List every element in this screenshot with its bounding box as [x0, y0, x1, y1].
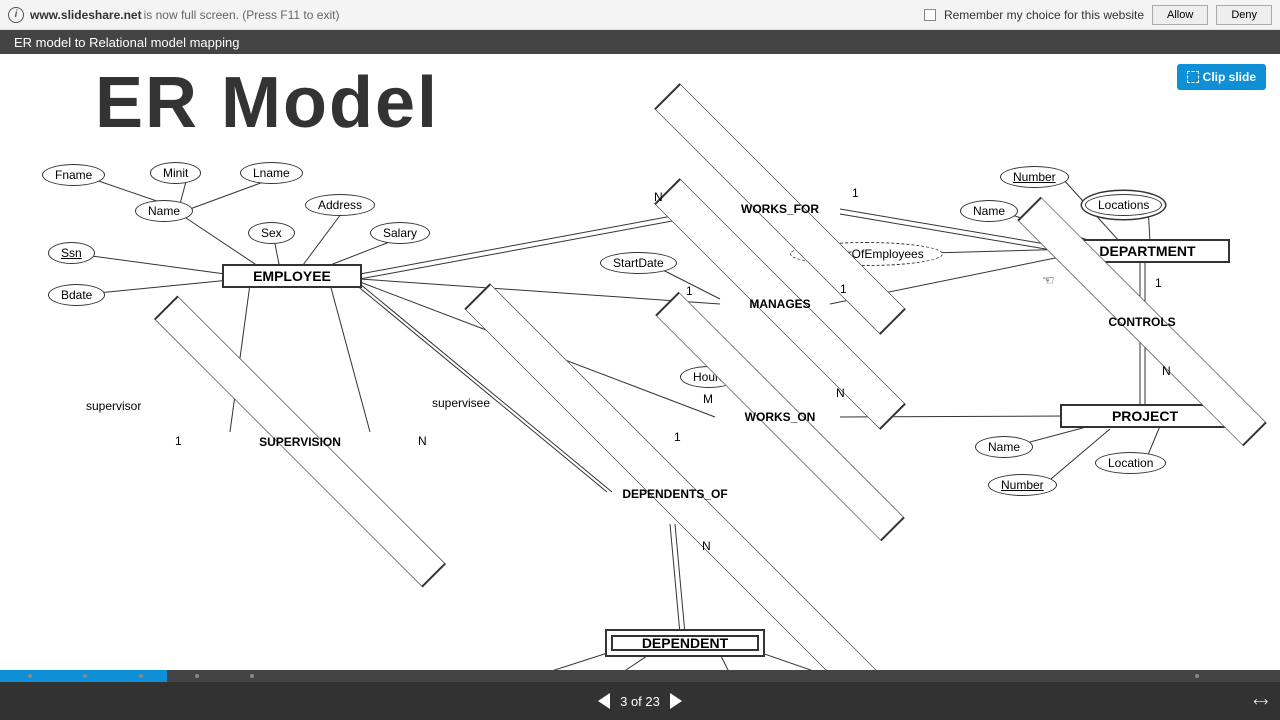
card-n: N: [418, 434, 427, 448]
fullscreen-notice-bar: i www.slideshare.net is now full screen.…: [0, 0, 1280, 30]
attr-fname: Fname: [42, 164, 105, 186]
thumb-dot[interactable]: [139, 674, 143, 678]
next-slide-button[interactable]: [670, 693, 682, 709]
attr-minit: Minit: [150, 162, 201, 184]
er-diagram: EMPLOYEE DEPARTMENT PROJECT DEPENDENT Fn…: [0, 54, 1280, 670]
attr-dept-number: Number: [1000, 166, 1069, 188]
card-m: M: [703, 392, 713, 406]
attr-startdate: StartDate: [600, 252, 677, 274]
role-supervisor: supervisor: [86, 399, 141, 413]
notice-message: is now full screen. (Press F11 to exit): [144, 8, 340, 22]
card-n: N: [654, 190, 663, 204]
attr-salary: Salary: [370, 222, 430, 244]
attr-name: Name: [135, 200, 193, 222]
card-n: N: [1162, 364, 1171, 378]
attr-dept-name: Name: [960, 200, 1018, 222]
remember-checkbox[interactable]: [924, 9, 936, 21]
attr-proj-number: Number: [988, 474, 1057, 496]
role-supervisee: supervisee: [432, 396, 490, 410]
card-n: N: [836, 386, 845, 400]
attr-ssn: Ssn: [48, 242, 95, 264]
deny-button[interactable]: Deny: [1216, 5, 1272, 25]
entity-dependent: DEPENDENT: [605, 629, 765, 657]
rel-supervision: SUPERVISION: [205, 414, 395, 469]
presentation-title-bar: ER model to Relational model mapping: [0, 30, 1280, 54]
thumb-dot[interactable]: [28, 674, 32, 678]
card-1: 1: [175, 434, 182, 448]
card-1: 1: [1155, 276, 1162, 290]
attr-bdate: Bdate: [48, 284, 105, 306]
attr-sex: Sex: [248, 222, 295, 244]
thumbnail-strip[interactable]: [0, 670, 1280, 682]
card-1: 1: [686, 284, 693, 298]
rel-manages: MANAGES: [700, 274, 860, 334]
card-n: N: [702, 539, 711, 553]
attr-address: Address: [305, 194, 375, 216]
attr-lname: Lname: [240, 162, 303, 184]
page-indicator: 3 of 23: [620, 694, 660, 709]
allow-button[interactable]: Allow: [1152, 5, 1208, 25]
thumb-dot[interactable]: [83, 674, 87, 678]
cursor-icon: ☜: [1042, 272, 1055, 289]
rel-dependents-of: DEPENDENTS_OF: [535, 464, 815, 524]
slide-area[interactable]: Clip slide ER Model: [0, 54, 1280, 670]
bottom-nav-bar: 3 of 23 ⤢: [0, 682, 1280, 720]
thumb-dot[interactable]: [250, 674, 254, 678]
card-1: 1: [852, 186, 859, 200]
presentation-title: ER model to Relational model mapping: [14, 35, 239, 50]
card-1: 1: [840, 282, 847, 296]
entity-employee: EMPLOYEE: [222, 264, 362, 288]
thumb-dot[interactable]: [195, 674, 199, 678]
prev-slide-button[interactable]: [598, 693, 610, 709]
rel-controls: CONTROLS: [1062, 294, 1222, 349]
card-1: 1: [674, 430, 681, 444]
attr-locations: Locations: [1085, 194, 1162, 216]
notice-url: www.slideshare.net: [30, 8, 142, 22]
thumb-dot[interactable]: [1195, 674, 1199, 678]
remember-label: Remember my choice for this website: [944, 8, 1144, 22]
info-icon: i: [8, 7, 24, 23]
attr-proj-location: Location: [1095, 452, 1166, 474]
attr-proj-name: Name: [975, 436, 1033, 458]
exit-fullscreen-button[interactable]: ⤢: [1250, 691, 1270, 711]
